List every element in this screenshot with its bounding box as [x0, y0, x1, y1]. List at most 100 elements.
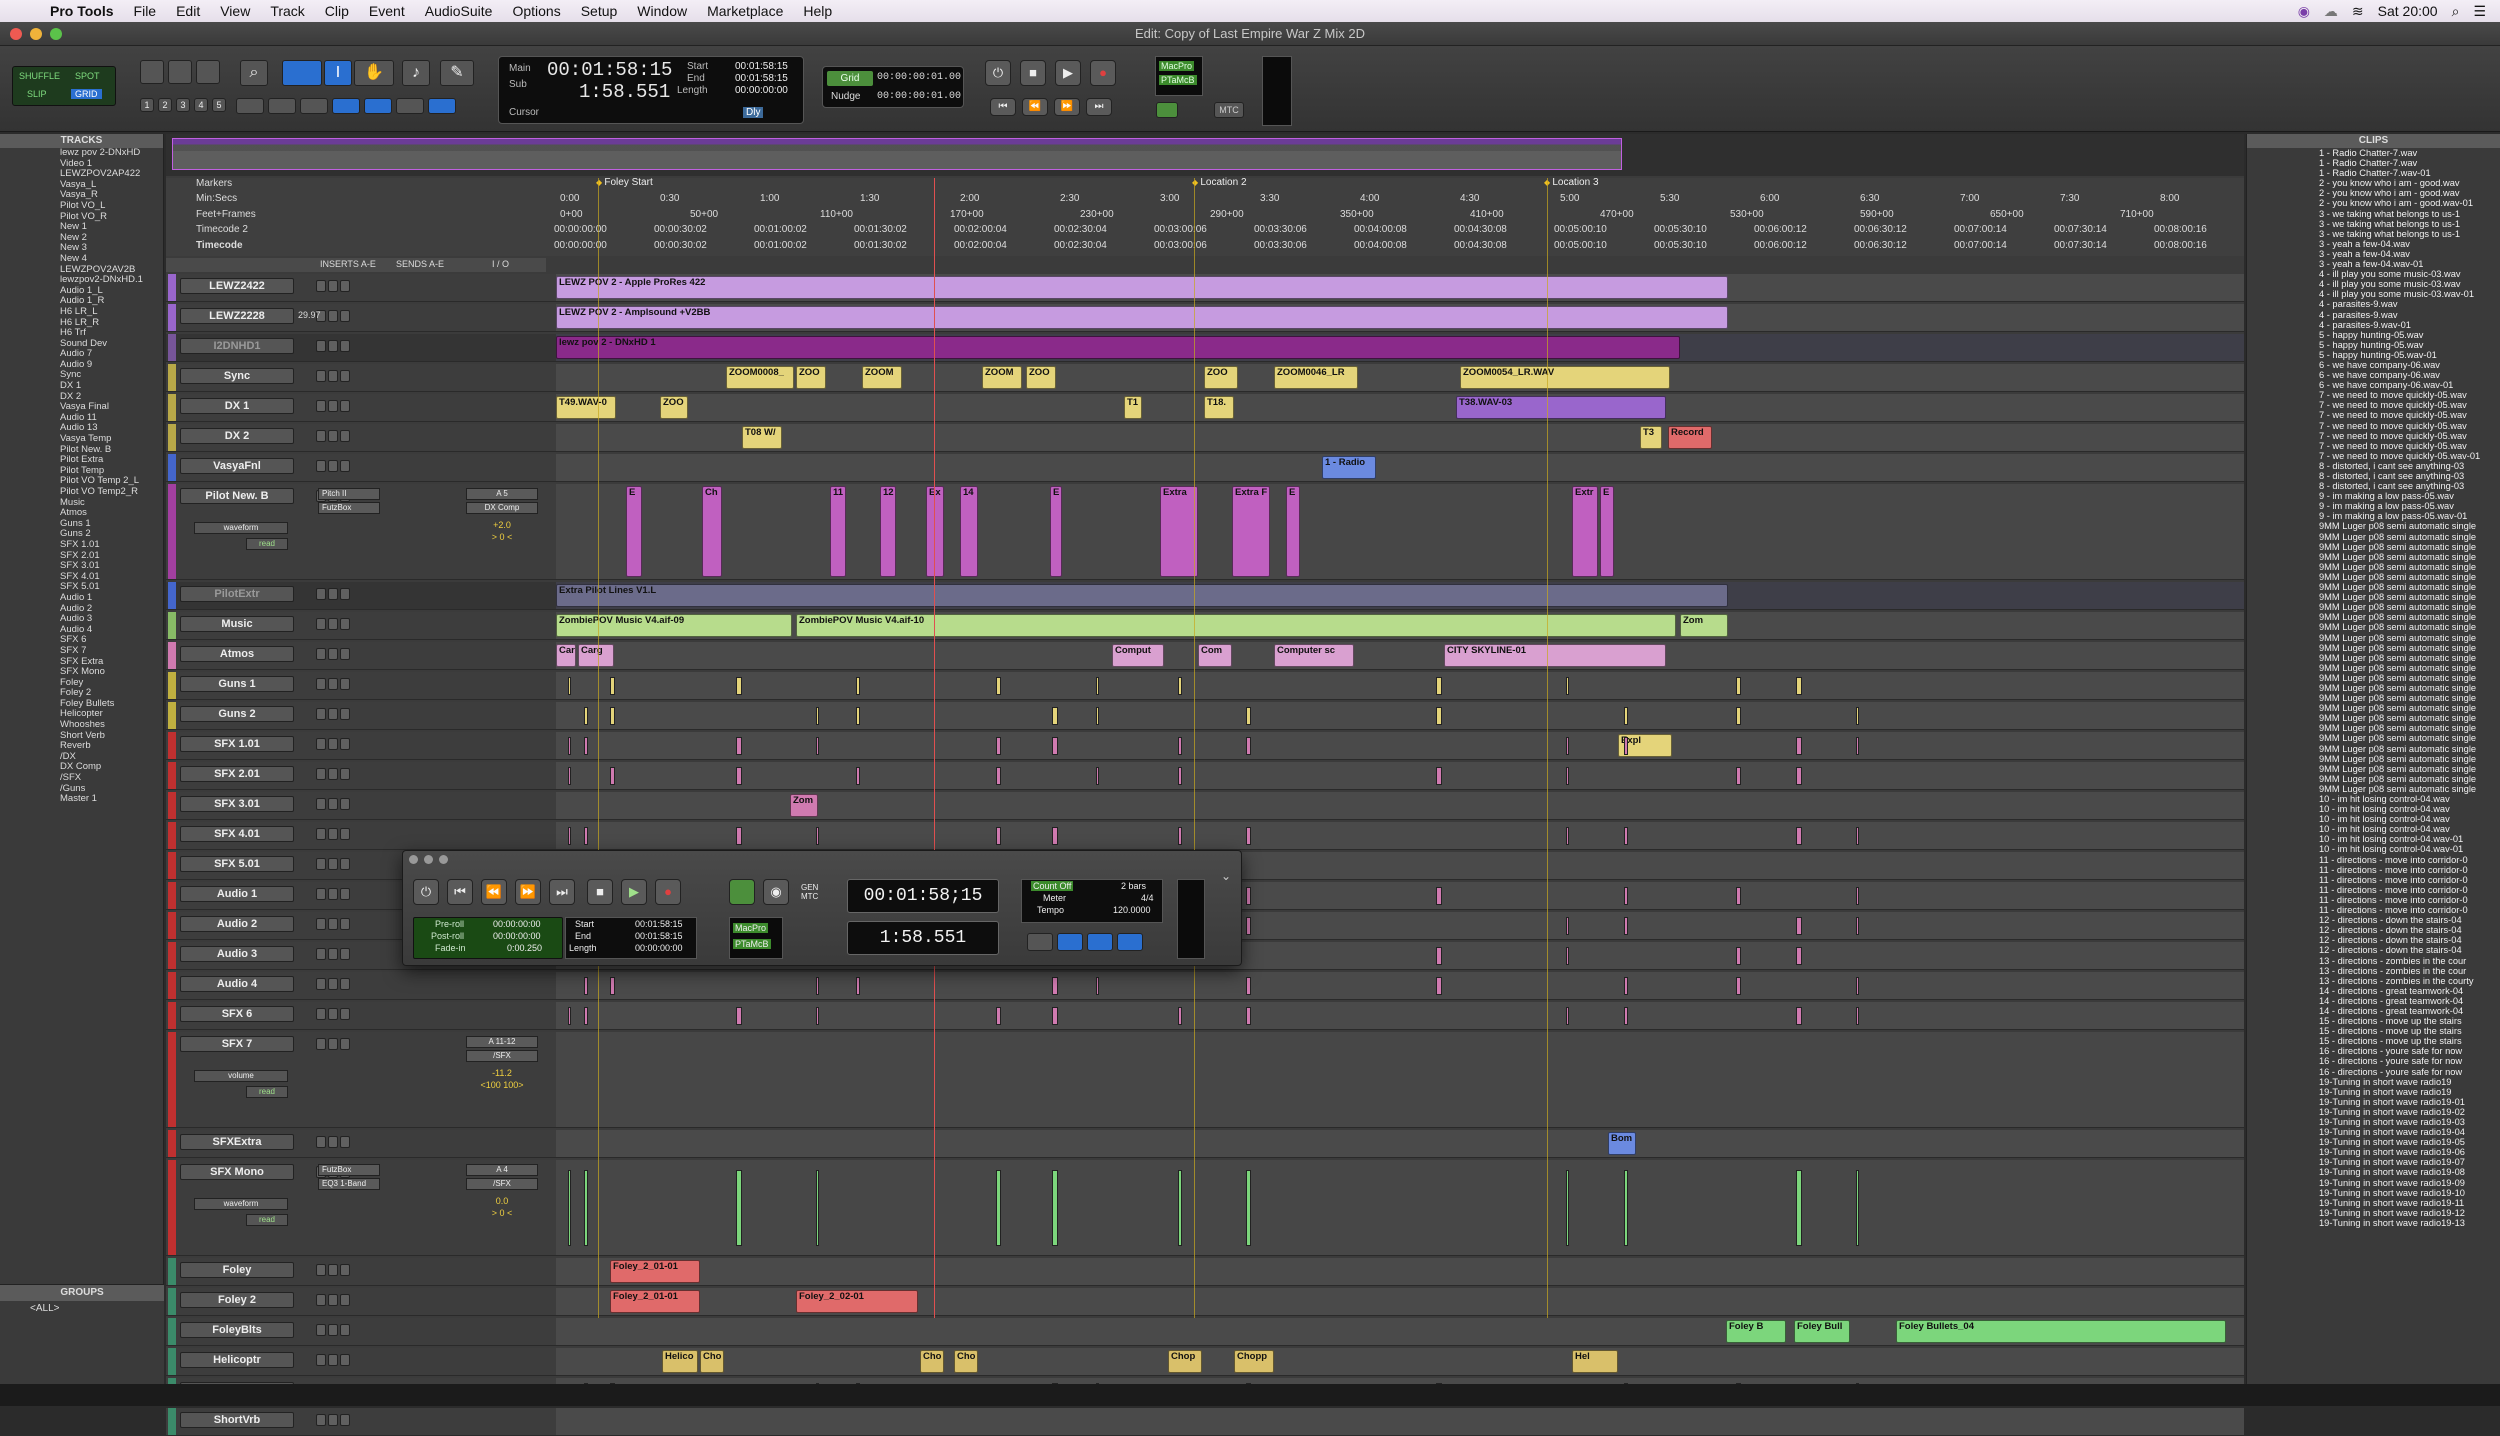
track-list-item[interactable]: SFX 3.01: [0, 561, 163, 572]
track-mute-button[interactable]: [340, 858, 350, 870]
menu-view[interactable]: View: [210, 3, 260, 19]
tw-wait-button[interactable]: ◉: [763, 879, 789, 905]
small-clip[interactable]: [1796, 827, 1802, 845]
marker-foley-start[interactable]: Foley Start: [596, 177, 652, 188]
mtc-button[interactable]: MTC: [1214, 102, 1244, 118]
small-clip[interactable]: [1796, 737, 1802, 755]
small-clip[interactable]: [856, 707, 860, 725]
clip-list-item[interactable]: 9 - im making a low pass-05.wav: [2247, 491, 2500, 501]
audio-clip[interactable]: T38.WAV-03: [1456, 396, 1666, 419]
clip-list-item[interactable]: 9MM Luger p08 semi automatic single: [2247, 612, 2500, 622]
clip-list-item[interactable]: 9MM Luger p08 semi automatic single: [2247, 592, 2500, 602]
clip-list-item[interactable]: 7 - we need to move quickly-05.wav: [2247, 441, 2500, 451]
track-name[interactable]: SFX 5.01: [180, 856, 294, 872]
track-mute-button[interactable]: [340, 340, 350, 352]
clip-list-item[interactable]: 9MM Luger p08 semi automatic single: [2247, 683, 2500, 693]
track-list-item[interactable]: DX 2: [0, 392, 163, 403]
small-clip[interactable]: [1736, 977, 1741, 995]
countoff-value[interactable]: 2 bars: [1121, 881, 1146, 891]
track-sfx-3-01[interactable]: SFX 3.01 Zom: [166, 792, 2244, 820]
track-rec-button[interactable]: [316, 370, 326, 382]
nudge-value[interactable]: 00:00:00:01.00: [877, 91, 961, 102]
pan-value[interactable]: > 0 <: [466, 1208, 538, 1218]
track-solo-button[interactable]: [328, 918, 338, 930]
clip-list-item[interactable]: 19-Tuning in short wave radio19-13: [2247, 1218, 2500, 1228]
track-list-item[interactable]: SFX Extra: [0, 657, 163, 668]
track-i2dnhd1[interactable]: I2DNHD1 lewz pov 2 - DNxHD 1: [166, 334, 2244, 362]
tw-back-button[interactable]: ⏪: [481, 879, 507, 905]
zoomer-tool-button[interactable]: ⌕: [240, 60, 268, 86]
grid-label[interactable]: Grid: [827, 71, 873, 86]
small-clip[interactable]: [1178, 737, 1182, 755]
clip-list-item[interactable]: 3 - yeah a few-04.wav-01: [2247, 259, 2500, 269]
groups-panel-title[interactable]: GROUPS: [0, 1285, 164, 1301]
insert-slot[interactable]: EQ3 1-Band: [318, 1178, 380, 1190]
audio-clip[interactable]: Foley Bull: [1794, 1320, 1850, 1343]
track-guns-2[interactable]: Guns 2: [166, 702, 2244, 730]
tw-length-value[interactable]: 00:00:00:00: [635, 943, 683, 953]
clip-list-item[interactable]: 9MM Luger p08 semi automatic single: [2247, 653, 2500, 663]
small-clip[interactable]: [1566, 947, 1569, 965]
track-list-item[interactable]: lewzpov2-DNxHD.1: [0, 275, 163, 286]
clip-list-item[interactable]: 15 - directions - move up the stairs: [2247, 1026, 2500, 1036]
track-list-item[interactable]: Audio 1: [0, 593, 163, 604]
small-clip[interactable]: [1856, 917, 1859, 935]
track-solo-button[interactable]: [328, 460, 338, 472]
small-clip[interactable]: [816, 737, 819, 755]
small-clip[interactable]: [1796, 947, 1802, 965]
clip-list-item[interactable]: 19-Tuning in short wave radio19-05: [2247, 1137, 2500, 1147]
track-name[interactable]: PilotExtr: [180, 586, 294, 602]
clip-list-item[interactable]: 9MM Luger p08 semi automatic single: [2247, 744, 2500, 754]
track-solo-button[interactable]: [328, 1324, 338, 1336]
tw-main-counter[interactable]: 00:01:58;15: [847, 879, 999, 913]
clip-list-item[interactable]: 19-Tuning in short wave radio19-03: [2247, 1117, 2500, 1127]
track-rec-button[interactable]: [316, 280, 326, 292]
small-clip[interactable]: [568, 827, 571, 845]
grid-mode[interactable]: GRID: [71, 89, 102, 99]
track-solo-button[interactable]: [328, 738, 338, 750]
clips-panel-title[interactable]: CLIPS: [2247, 134, 2500, 148]
track-playlist[interactable]: ZombiePOV Music V4.aif-09 ZombiePOV Music…: [556, 612, 2244, 639]
track-mute-button[interactable]: [340, 918, 350, 930]
track-solo-button[interactable]: [328, 370, 338, 382]
track-solo-button[interactable]: [328, 768, 338, 780]
track-solo-button[interactable]: [328, 858, 338, 870]
track-solo-button[interactable]: [328, 430, 338, 442]
track-solo-button[interactable]: [328, 1008, 338, 1020]
small-clip[interactable]: [816, 707, 819, 725]
small-clip[interactable]: [1796, 1170, 1802, 1246]
pan-value[interactable]: > 0 <: [466, 532, 538, 542]
zoom-preset-1[interactable]: 1: [140, 98, 154, 112]
audio-clip[interactable]: T08 W/: [742, 426, 782, 449]
scrubber-tool-button[interactable]: ♪: [402, 60, 430, 86]
track-list-item[interactable]: New 2: [0, 233, 163, 244]
insertion-follows-playback-button[interactable]: [332, 98, 360, 114]
small-clip[interactable]: [1052, 737, 1058, 755]
small-clip[interactable]: [1178, 827, 1182, 845]
track-playlist[interactable]: [556, 672, 2244, 699]
zoom-preset-3[interactable]: 3: [176, 98, 190, 112]
length-value[interactable]: 00:00:00:00: [735, 85, 788, 96]
clip-list-item[interactable]: 9MM Luger p08 semi automatic single: [2247, 723, 2500, 733]
track-name[interactable]: Audio 3: [180, 946, 294, 962]
small-clip[interactable]: [584, 1170, 588, 1246]
track-name[interactable]: Foley: [180, 1262, 294, 1278]
track-sfx-1-01[interactable]: SFX 1.01 Expl: [166, 732, 2244, 760]
clip-list-item[interactable]: 1 - Radio Chatter-7.wav: [2247, 158, 2500, 168]
audio-clip[interactable]: Cho: [920, 1350, 944, 1373]
audio-clip[interactable]: ZOOM0046_LR: [1274, 366, 1358, 389]
small-clip[interactable]: [1566, 827, 1569, 845]
track-name[interactable]: Guns 2: [180, 706, 294, 722]
audio-clip[interactable]: 14: [960, 486, 978, 577]
track-mute-button[interactable]: [340, 430, 350, 442]
insert-slot[interactable]: Pitch II: [318, 488, 380, 500]
clip-list-item[interactable]: 12 - directions - down the stairs-04: [2247, 935, 2500, 945]
clip-list-item[interactable]: 19-Tuning in short wave radio19: [2247, 1077, 2500, 1087]
track-playlist[interactable]: [556, 822, 2244, 849]
grid-value[interactable]: 00:00:00:01.00: [877, 72, 961, 83]
clip-list-item[interactable]: 9MM Luger p08 semi automatic single: [2247, 542, 2500, 552]
track-name[interactable]: FoleyBlts: [180, 1322, 294, 1338]
audio-clip[interactable]: Car: [556, 644, 576, 667]
marker-location-2[interactable]: Location 2: [1192, 177, 1246, 188]
small-clip[interactable]: [568, 677, 571, 695]
